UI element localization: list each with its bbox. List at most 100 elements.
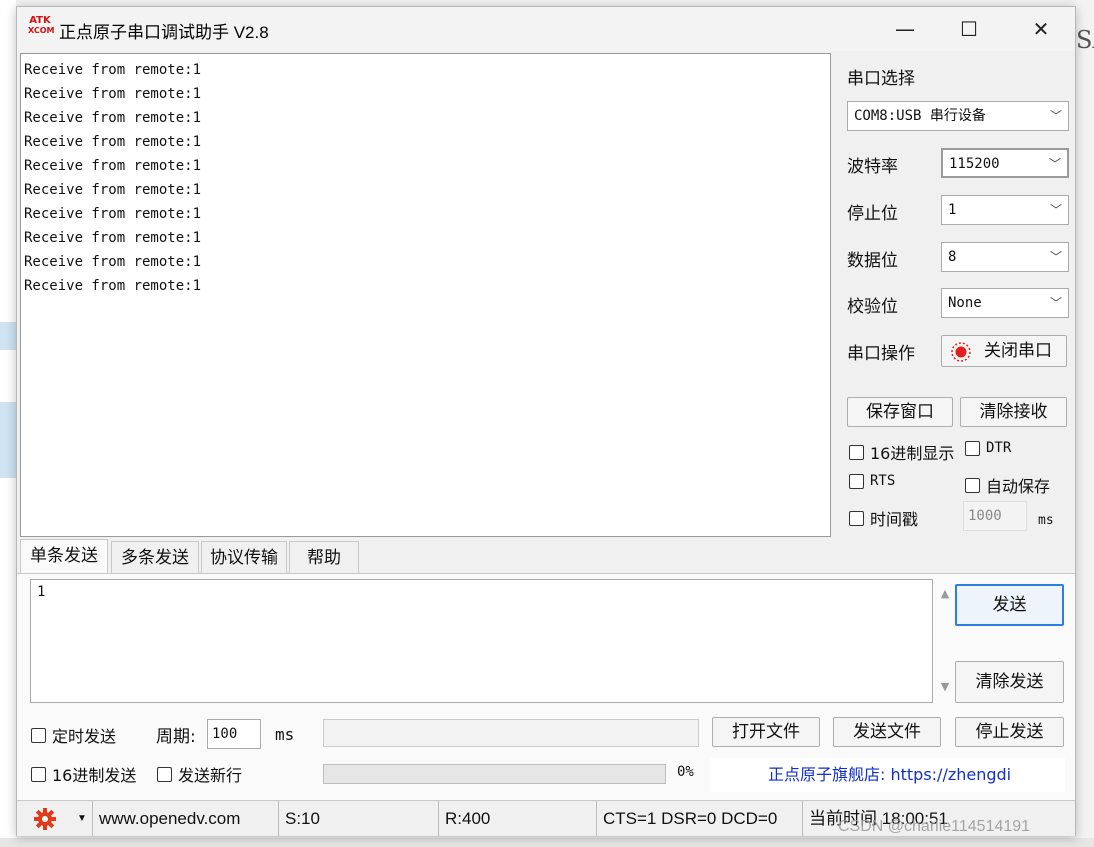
chevron-down-icon: ﹀ — [1048, 157, 1061, 171]
status-received-count: R:400 — [439, 801, 597, 836]
port-select-value: COM8:USB 串行设备 — [854, 108, 986, 124]
stop-bits-label: 停止位 — [847, 204, 898, 224]
tab-single-send[interactable]: 单条发送 — [20, 539, 108, 573]
port-select[interactable]: COM8:USB 串行设备 ﹀ — [847, 101, 1069, 131]
period-label: 周期: — [156, 727, 196, 747]
clear-receive-button[interactable]: 清除接收 — [960, 397, 1067, 427]
send-newline-checkbox[interactable]: 发送新行 — [157, 762, 242, 786]
send-newline-label: 发送新行 — [178, 766, 243, 785]
close-port-button[interactable]: 关闭串口 — [941, 335, 1067, 367]
receive-line: Receive from remote:1 — [24, 110, 202, 126]
receive-line: Receive from remote:1 — [24, 158, 202, 174]
background-selection — [0, 322, 16, 350]
scroll-down-icon[interactable]: ▼ — [937, 680, 953, 696]
timestamp-unit: ms — [1038, 513, 1054, 528]
timestamp-label: 时间戳 — [870, 510, 919, 529]
auto-save-label: 自动保存 — [986, 477, 1051, 496]
save-window-button[interactable]: 保存窗口 — [847, 397, 953, 427]
data-bits-label: 数据位 — [847, 251, 898, 271]
close-port-label: 关闭串口 — [984, 341, 1052, 361]
receive-line: Receive from remote:1 — [24, 254, 202, 270]
store-link[interactable]: 正点原子旗舰店: https://zhengdi — [710, 758, 1065, 792]
checkbox-box — [31, 766, 46, 782]
data-bits-select[interactable]: 8 ﹀ — [941, 242, 1069, 272]
progress-text: 0% — [677, 764, 694, 780]
tab-help[interactable]: 帮助 — [289, 541, 359, 573]
port-select-label: 串口选择 — [847, 69, 915, 89]
receive-line: Receive from remote:1 — [24, 278, 202, 294]
port-op-label: 串口操作 — [847, 344, 915, 364]
status-lines: CTS=1 DSR=0 DCD=0 — [597, 801, 803, 836]
baud-label: 波特率 — [847, 157, 898, 177]
dtr-checkbox[interactable]: DTR — [965, 440, 1011, 456]
clear-send-button[interactable]: 清除发送 — [955, 661, 1064, 703]
hex-display-checkbox[interactable]: 16进制显示 — [849, 440, 954, 464]
background-bottom — [0, 838, 1094, 847]
send-button[interactable]: 发送 — [955, 584, 1064, 626]
close-button[interactable]: ✕ — [1011, 7, 1071, 51]
status-url[interactable]: www.openedv.com — [93, 801, 279, 836]
close-icon: ✕ — [1032, 17, 1050, 41]
parity-label: 校验位 — [847, 297, 898, 317]
file-path-field[interactable] — [323, 719, 699, 747]
checkbox-box — [157, 766, 172, 782]
timed-send-label: 定时发送 — [52, 727, 117, 746]
chevron-down-icon: ﹀ — [1049, 250, 1062, 264]
checkbox-box — [31, 727, 46, 743]
scroll-up-icon[interactable]: ▲ — [937, 587, 953, 603]
rts-checkbox[interactable]: RTS — [849, 473, 895, 489]
checkbox-box — [965, 440, 980, 456]
chevron-down-icon: ﹀ — [1049, 296, 1062, 310]
send-file-button[interactable]: 发送文件 — [833, 717, 941, 747]
period-field[interactable]: 100 — [207, 719, 261, 749]
gear-icon — [33, 807, 57, 831]
maximize-icon: ☐ — [960, 17, 978, 41]
minimize-icon: — — [895, 17, 915, 41]
tab-multi-send[interactable]: 多条发送 — [111, 541, 199, 573]
hex-send-label: 16进制发送 — [52, 766, 137, 785]
dtr-label: DTR — [986, 440, 1012, 456]
background-selection — [0, 402, 16, 478]
app-logo-icon: ATK XCOM — [28, 15, 55, 41]
stop-bits-value: 1 — [948, 202, 957, 218]
parity-value: None — [948, 295, 982, 311]
receive-line: Receive from remote:1 — [24, 206, 202, 222]
logo-text-bottom: XCOM — [28, 26, 55, 35]
baud-value: 115200 — [949, 156, 1000, 172]
send-text-area[interactable]: 1 — [30, 579, 933, 703]
chevron-down-icon: ﹀ — [1049, 109, 1062, 123]
baud-select[interactable]: 115200 ﹀ — [941, 148, 1069, 178]
parity-select[interactable]: None ﹀ — [941, 288, 1069, 318]
status-sent-count: S:10 — [279, 801, 439, 836]
timestamp-interval-field[interactable]: 1000 — [963, 501, 1027, 531]
period-unit: ms — [275, 725, 295, 744]
receive-line: Receive from remote:1 — [24, 182, 202, 198]
timed-send-checkbox[interactable]: 定时发送 — [31, 723, 116, 747]
status-led-icon — [950, 341, 972, 363]
stop-bits-select[interactable]: 1 ﹀ — [941, 195, 1069, 225]
background-window: SA — [1076, 0, 1094, 847]
open-file-button[interactable]: 打开文件 — [712, 717, 820, 747]
stop-send-button[interactable]: 停止发送 — [955, 717, 1064, 747]
receive-line: Receive from remote:1 — [24, 230, 202, 246]
receive-text-area[interactable]: Receive from remote:1 Receive from remot… — [20, 53, 831, 537]
minimize-button[interactable]: — — [875, 7, 935, 51]
auto-save-checkbox[interactable]: 自动保存 — [965, 473, 1050, 497]
chevron-down-icon: ﹀ — [1049, 203, 1062, 217]
receive-line: Receive from remote:1 — [24, 86, 202, 102]
receive-line: Receive from remote:1 — [24, 62, 202, 78]
settings-menu[interactable]: ▼ — [17, 801, 93, 836]
timestamp-checkbox[interactable]: 时间戳 — [849, 506, 918, 530]
data-bits-value: 8 — [948, 249, 957, 265]
window-title: 正点原子串口调试助手 V2.8 — [59, 23, 269, 42]
background-text: SA — [1076, 26, 1094, 54]
send-progress-bar — [323, 764, 666, 784]
checkbox-box — [849, 510, 864, 526]
checkbox-box — [849, 444, 864, 460]
store-link-text: 正点原子旗舰店: https://zhengdi — [768, 765, 1012, 784]
receive-line: Receive from remote:1 — [24, 134, 202, 150]
maximize-button[interactable]: ☐ — [939, 7, 999, 51]
logo-text-top: ATK — [29, 15, 51, 26]
tab-protocol[interactable]: 协议传输 — [201, 541, 287, 573]
hex-send-checkbox[interactable]: 16进制发送 — [31, 762, 136, 786]
